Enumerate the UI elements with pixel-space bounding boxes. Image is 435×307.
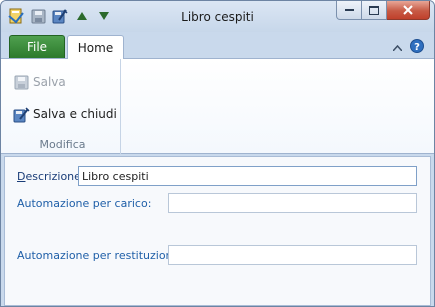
window-controls [336, 1, 430, 20]
form-panel: Descrizione: Automazione per carico: Aut… [4, 156, 431, 306]
ribbon-controls: ? [392, 39, 424, 56]
automazione-restituzione-label: Automazione per restituzione: [17, 249, 183, 262]
minimize-button[interactable] [336, 1, 362, 20]
collapse-ribbon-icon[interactable] [392, 41, 403, 54]
ribbon-group-modifica: Salva Salva e chiudi Modifica [4, 59, 121, 154]
save-close-icon [12, 105, 30, 123]
automazione-restituzione-field[interactable] [168, 245, 417, 265]
automazione-carico-label: Automazione per carico: [17, 197, 152, 210]
minimize-icon [344, 9, 354, 11]
automazione-restituzione-row: Automazione per restituzione: [5, 245, 432, 265]
save-and-close-label: Salva e chiudi [33, 107, 117, 121]
title-bar: Libro cespiti [1, 1, 434, 32]
descrizione-label: Descrizione: [17, 170, 85, 183]
save-icon [12, 73, 30, 91]
automazione-carico-field[interactable] [168, 193, 417, 213]
automazione-carico-row: Automazione per carico: [5, 193, 432, 213]
save-label: Salva [33, 75, 66, 89]
tab-home[interactable]: Home [67, 35, 124, 59]
descrizione-row: Descrizione: [5, 166, 432, 186]
help-icon[interactable]: ? [410, 39, 424, 56]
svg-text:?: ? [414, 42, 420, 53]
maximize-icon [369, 5, 379, 15]
maximize-button[interactable] [362, 1, 387, 20]
ribbon-panel: Salva Salva e chiudi Modifica [1, 58, 434, 154]
save-and-close-button[interactable]: Salva e chiudi [12, 103, 117, 125]
descrizione-label-rest: escrizione: [25, 170, 85, 183]
group-label: Modifica [39, 138, 86, 151]
tab-file[interactable]: File [9, 35, 65, 58]
save-button[interactable]: Salva [12, 71, 66, 93]
descrizione-field[interactable] [78, 166, 417, 186]
close-button[interactable] [387, 1, 430, 20]
ribbon-tabs: File Home ? [1, 32, 434, 59]
close-icon [403, 5, 413, 15]
app-window: Libro cespiti File Home ? Salva Salva e … [0, 0, 435, 307]
